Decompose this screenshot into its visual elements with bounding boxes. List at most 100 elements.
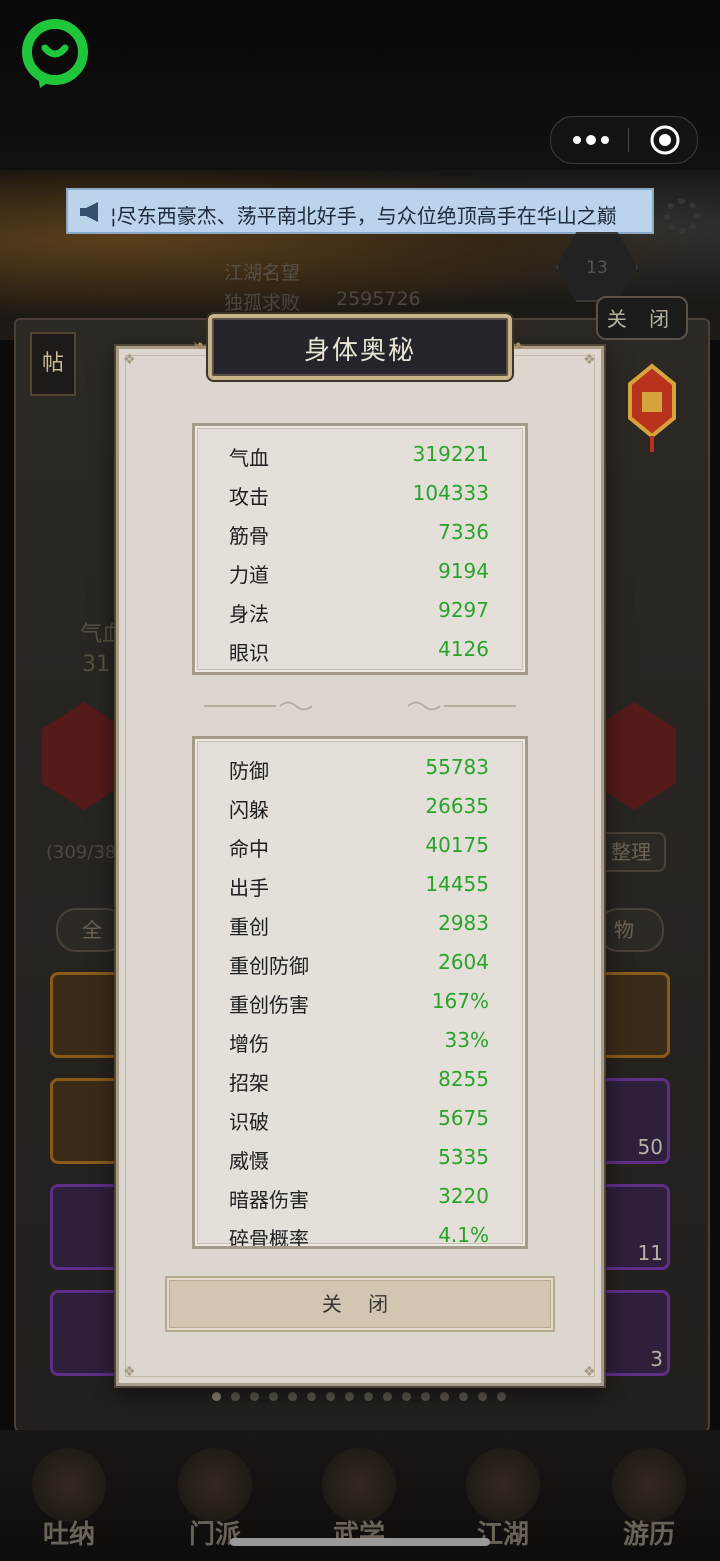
stat-row: 筋骨 7336 (229, 514, 489, 553)
stat-row: 重创 2983 (229, 905, 489, 944)
stat-name: 识破 (229, 1110, 269, 1134)
app-logo-icon (22, 19, 88, 88)
slot-count: 3 (650, 1347, 663, 1371)
stat-row: 攻击 104333 (229, 475, 489, 514)
corner-ornament-icon: ❖ (123, 352, 136, 368)
stat-row: 闪躲 26635 (229, 788, 489, 827)
stat-value: 33% (444, 1028, 489, 1052)
stat-name: 暗器伤害 (229, 1188, 309, 1212)
stat-name: 命中 (229, 837, 269, 861)
player-title: 江湖名望 (224, 262, 301, 284)
stat-row: 威慑 5335 (229, 1139, 489, 1178)
secondary-stats-box[interactable]: 防御 55783 闪躲 26635 命中 40175 出手 14455 重创 2983 重… (192, 736, 528, 1249)
home-indicator (230, 1538, 490, 1546)
stat-name: 防御 (229, 759, 269, 783)
capsule-divider (628, 128, 629, 152)
stat-name: 威慑 (229, 1149, 269, 1173)
stat-value: 7336 (438, 520, 489, 544)
stat-name: 招架 (229, 1071, 269, 1095)
inventory-slot[interactable] (50, 1290, 120, 1376)
inventory-slot[interactable]: 3 (600, 1290, 670, 1376)
stat-value: 104333 (412, 481, 489, 505)
more-dots-icon[interactable] (571, 130, 611, 150)
inventory-slot[interactable] (600, 972, 670, 1058)
inventory-slot[interactable] (50, 1078, 120, 1164)
mini-program-capsule (550, 116, 698, 164)
stat-value: 319221 (412, 442, 489, 466)
stat-name: 力道 (229, 563, 269, 587)
corner-ornament-icon: ❖ (583, 352, 596, 368)
bag-capacity: (309/38 (46, 842, 117, 863)
gear-icon[interactable] (664, 198, 700, 234)
section-divider (204, 701, 516, 711)
tab-items[interactable]: 物 (598, 908, 664, 952)
stat-value: 9297 (438, 598, 489, 622)
stat-value: 26635 (425, 794, 489, 818)
stat-value: 8255 (438, 1067, 489, 1091)
stat-name: 增伤 (229, 1032, 269, 1056)
lantern-icon[interactable] (624, 362, 680, 454)
stat-name: 重创 (229, 915, 269, 939)
stat-name: 闪躲 (229, 798, 269, 822)
slot-count: 11 (637, 1241, 663, 1265)
inventory-slot[interactable] (50, 1184, 120, 1270)
stat-row: 命中 40175 (229, 827, 489, 866)
modal-close-button[interactable]: 关 闭 (165, 1276, 555, 1332)
stat-value: 4126 (438, 637, 489, 661)
stat-name: 重创伤害 (229, 993, 309, 1017)
stat-row: 招架 8255 (229, 1061, 489, 1100)
player-score: 2595726 (336, 288, 421, 310)
inventory-slot[interactable]: 11 (600, 1184, 670, 1270)
banner-text: ¦尽东西豪杰、荡平南北好手，与众位绝顶高手在华山之巅 (110, 204, 617, 228)
stat-name: 眼识 (229, 641, 269, 665)
sort-button[interactable]: 整理 (596, 832, 666, 872)
stat-row: 重创防御 2604 (229, 944, 489, 983)
stat-name: 碎骨概率 (229, 1227, 309, 1249)
stat-row: 气血 319221 (229, 436, 489, 475)
primary-stats-box: 气血 319221 攻击 104333 筋骨 7336 力道 9194 身法 9297 眼… (192, 423, 528, 675)
stat-row: 力道 9194 (229, 553, 489, 592)
stat-name: 身法 (229, 602, 269, 626)
corner-ornament-icon: ❖ (583, 1364, 596, 1380)
modal-title-plate: 身体奥秘 (208, 314, 512, 380)
badge-number: 13 (586, 258, 608, 278)
nav-tuna[interactable]: 吐纳 (14, 1440, 124, 1561)
nav-label: 游历 (622, 1520, 675, 1550)
stat-value: 5675 (438, 1106, 489, 1130)
nav-travel[interactable]: 游历 (594, 1440, 704, 1561)
modal-title: 身体奥秘 (303, 336, 416, 366)
corner-ornament-icon: ❖ (123, 1364, 136, 1380)
stat-value: 14455 (425, 872, 489, 896)
stat-name: 出手 (229, 876, 269, 900)
stat-value: 55783 (425, 755, 489, 779)
stat-row: 识破 5675 (229, 1100, 489, 1139)
inventory-slot[interactable]: 50 (600, 1078, 670, 1164)
stat-value: 3220 (438, 1184, 489, 1208)
player-name: 独孤求败 (224, 292, 301, 314)
stat-row: 身法 9297 (229, 592, 489, 631)
tie-button[interactable]: 帖 (30, 332, 76, 396)
stat-row: 碎骨概率 4.1% (229, 1217, 489, 1249)
slot-count: 50 (637, 1135, 663, 1159)
nav-label: 吐纳 (42, 1520, 95, 1550)
stat-value: 2604 (438, 950, 489, 974)
stat-value: 2983 (438, 911, 489, 935)
panel-close-button[interactable]: 关 闭 (596, 296, 688, 340)
stat-name: 重创防御 (229, 954, 309, 978)
stat-name: 攻击 (229, 485, 269, 509)
bg-qi-value: 31 (82, 652, 110, 677)
stat-row: 增伤 33% (229, 1022, 489, 1061)
stat-row: 出手 14455 (229, 866, 489, 905)
megaphone-icon (80, 202, 98, 222)
stat-value: 5335 (438, 1145, 489, 1169)
stat-name: 气血 (229, 446, 269, 470)
inventory-slot[interactable] (50, 972, 120, 1058)
stat-row: 重创伤害 167% (229, 983, 489, 1022)
announcement-banner[interactable]: ¦尽东西豪杰、荡平南北好手，与众位绝顶高手在华山之巅 (66, 188, 654, 234)
stat-value: 9194 (438, 559, 489, 583)
stat-name: 筋骨 (229, 524, 269, 548)
stat-value: 4.1% (438, 1223, 489, 1247)
page-indicator (210, 1392, 510, 1404)
target-icon[interactable] (649, 124, 681, 156)
stat-row: 眼识 4126 (229, 631, 489, 670)
